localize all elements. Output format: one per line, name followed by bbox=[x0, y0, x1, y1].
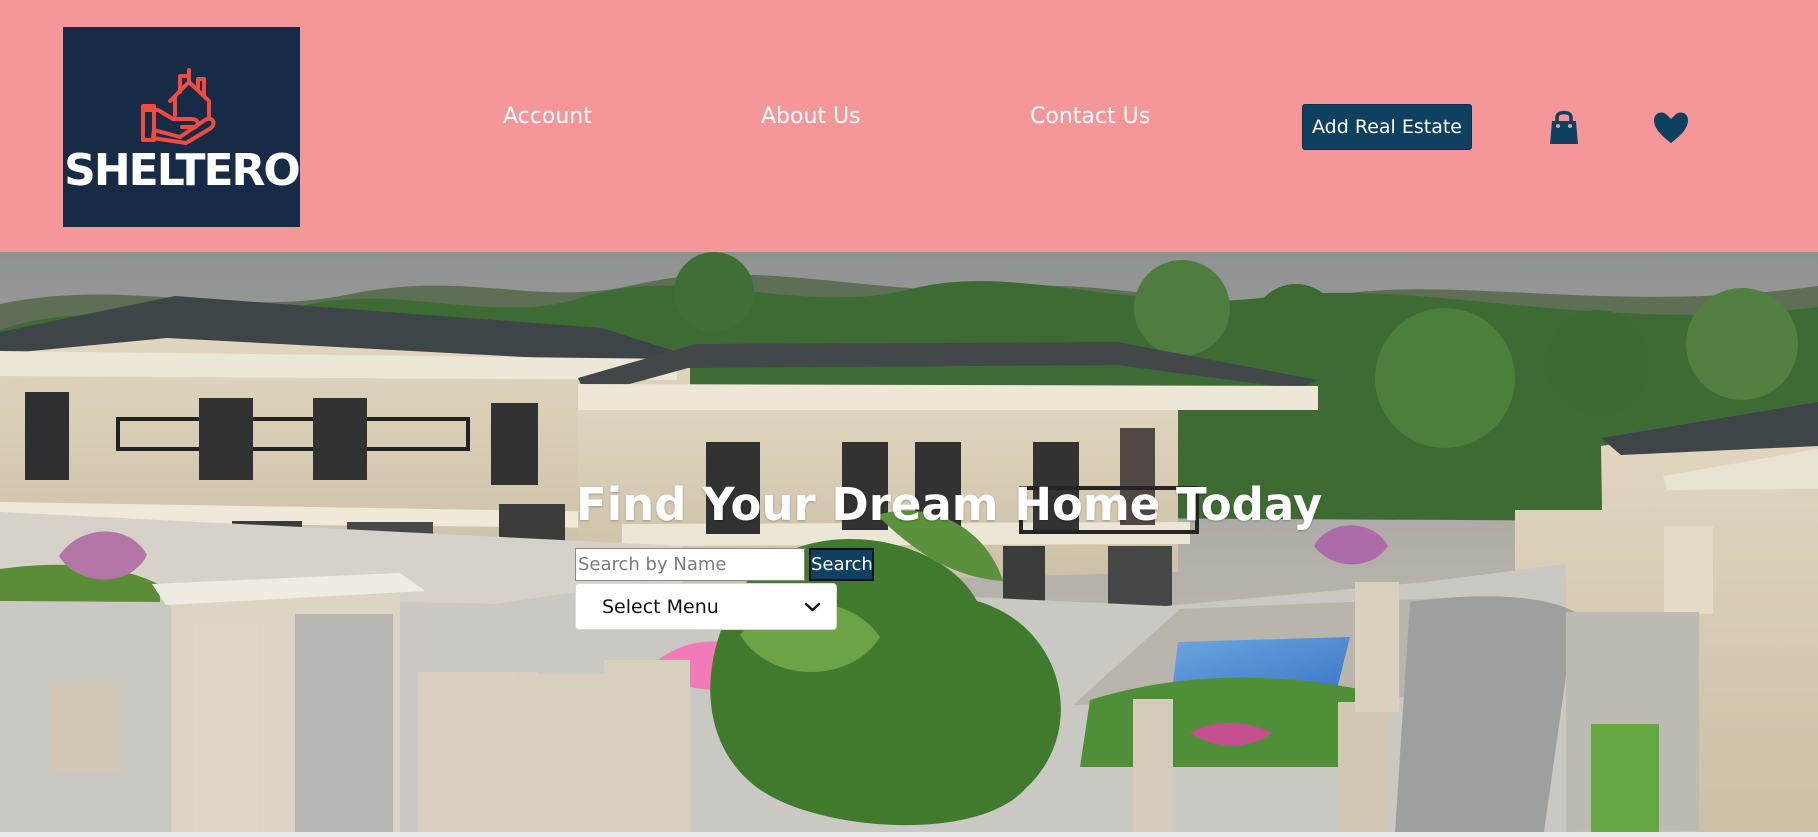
luxury-villas-hero-image bbox=[0, 252, 1818, 832]
shopping-bag-icon[interactable] bbox=[1544, 107, 1584, 147]
site-header: SHELTERO Account About Us Contact Us Add… bbox=[0, 0, 1818, 252]
house-hand-logo-icon bbox=[141, 68, 216, 145]
search-by-name-input[interactable] bbox=[575, 548, 805, 581]
select-menu-dropdown[interactable]: Select Menu bbox=[575, 583, 837, 630]
heart-icon[interactable] bbox=[1651, 108, 1691, 148]
add-real-estate-button[interactable]: Add Real Estate bbox=[1302, 104, 1472, 150]
sheltero-logo[interactable]: SHELTERO bbox=[63, 27, 301, 227]
page-bottom-divider bbox=[0, 832, 1818, 837]
chevron-down-icon bbox=[804, 602, 821, 612]
brand-name: SHELTERO bbox=[64, 145, 301, 196]
search-button[interactable]: Search bbox=[809, 548, 874, 581]
nav-about-us[interactable]: About Us bbox=[761, 103, 861, 131]
nav-account[interactable]: Account bbox=[503, 103, 592, 131]
hero-section: Find Your Dream Home Today Search Select… bbox=[0, 252, 1818, 832]
select-menu-label: Select Menu bbox=[602, 596, 719, 618]
page: SHELTERO Account About Us Contact Us Add… bbox=[0, 0, 1818, 837]
nav-contact-us[interactable]: Contact Us bbox=[1030, 103, 1150, 131]
hero-title: Find Your Dream Home Today bbox=[576, 478, 1323, 531]
